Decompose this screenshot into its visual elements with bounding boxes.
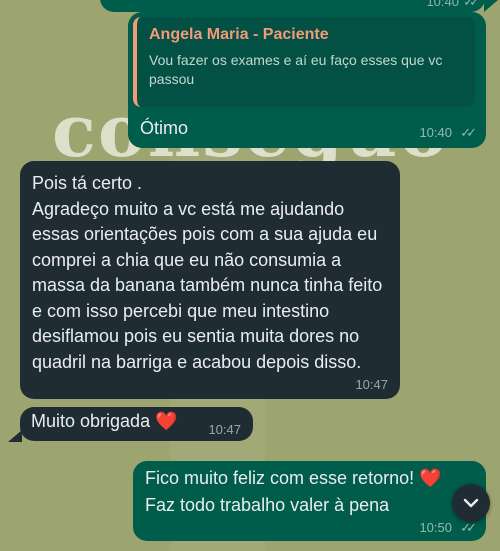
message-line: Muito obrigada ❤️ <box>31 411 178 432</box>
message-time: 10:47 <box>208 422 241 437</box>
incoming-message-bubble[interactable]: Pois tá certo . Agradeço muito a vc está… <box>20 161 400 399</box>
message-time: 10:40 <box>426 0 459 9</box>
quoted-text: Vou fazer os exames e aí eu faço esses q… <box>149 52 443 87</box>
message-body: Fico muito feliz com esse retorno! ❤️ Fa… <box>145 465 475 519</box>
outgoing-message-bubble[interactable]: Fico muito feliz com esse retorno! ❤️ Fa… <box>133 461 486 541</box>
message-text: Ótimo <box>140 118 189 138</box>
message-text: Fico muito feliz com esse retorno! <box>145 468 415 488</box>
bubble-tail <box>484 0 498 12</box>
chevron-down-icon <box>463 498 479 508</box>
outgoing-message-bubble[interactable]: Angela Maria - Paciente Vou fazer os exa… <box>128 12 486 148</box>
message-time: 10:40 <box>419 125 452 140</box>
message-time: 10:50 <box>419 520 452 535</box>
quoted-author: Angela Maria - Paciente <box>149 26 329 43</box>
message-line: Fico muito feliz com esse retorno! ❤️ <box>145 465 475 492</box>
message-time: 10:47 <box>355 377 388 392</box>
scroll-to-bottom-button[interactable] <box>452 484 490 522</box>
message-text: Muito obrigada <box>31 411 151 431</box>
double-check-icon: ✓✓ <box>460 520 477 535</box>
double-check-icon: ✓✓ <box>460 125 477 140</box>
quoted-reply[interactable]: Angela Maria - Paciente Vou fazer os exa… <box>133 17 475 107</box>
heart-emoji-icon: ❤️ <box>419 468 442 488</box>
heart-emoji-icon: ❤️ <box>155 411 178 431</box>
incoming-message-bubble[interactable]: Muito obrigada ❤️ 10:47 <box>20 407 253 441</box>
previous-message-bubble[interactable]: 10:40 ✓✓ <box>100 0 485 12</box>
double-check-icon: ✓✓ <box>463 0 480 9</box>
message-text: Pois tá certo . Agradeço muito a vc está… <box>32 173 383 372</box>
message-text-line2: Faz todo trabalho valer à pena <box>145 495 390 515</box>
